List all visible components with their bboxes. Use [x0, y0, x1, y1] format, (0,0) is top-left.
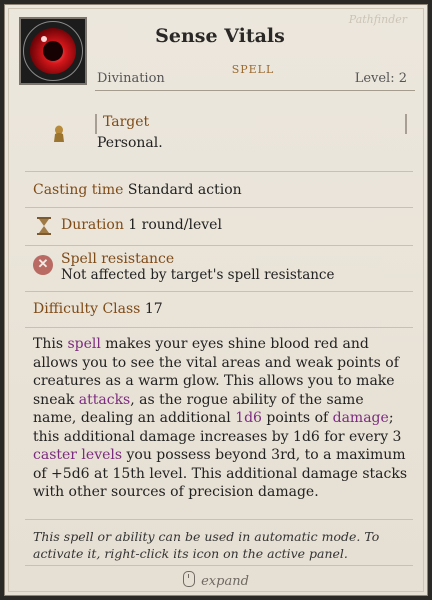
duration-label: Duration — [61, 217, 124, 233]
expand-label: expand — [201, 574, 249, 589]
spell-resistance-value: Not affected by target's spell resistanc… — [61, 267, 335, 283]
tooltip-header: Pathfinder Sense Vitals SPELL Divination… — [5, 5, 427, 95]
keyword-link[interactable]: attacks — [79, 392, 130, 408]
header-divider — [95, 90, 415, 91]
keyword-link[interactable]: 1d6 — [235, 410, 262, 426]
expand-button[interactable]: expand — [5, 571, 427, 589]
spell-type-label: SPELL — [231, 63, 275, 76]
casting-time-label: Casting time — [33, 182, 124, 198]
casting-time-row: Casting time Standard action — [33, 182, 242, 198]
spell-title: Sense Vitals — [155, 25, 285, 47]
spell-resistance-label: Spell resistance — [61, 251, 175, 267]
keyword-link[interactable]: damage — [333, 410, 389, 426]
target-value: Personal. — [97, 135, 163, 151]
keyword-link[interactable]: caster levels — [33, 447, 122, 463]
divider — [25, 245, 413, 246]
divider — [25, 327, 413, 328]
auto-mode-note: This spell or ability can be used in aut… — [33, 529, 380, 561]
spell-resistance-row: Spell resistance Not affected by target'… — [61, 251, 335, 283]
target-personal-icon — [54, 125, 64, 142]
duration-value: 1 round/level — [128, 217, 222, 233]
spell-tooltip-card: Pathfinder Sense Vitals SPELL Divination… — [4, 4, 428, 596]
divider — [25, 171, 413, 172]
duration-row: Duration 1 round/level — [61, 217, 222, 233]
sense-vitals-spell-icon — [19, 17, 87, 85]
hourglass-icon — [37, 217, 51, 235]
target-label: Target — [103, 114, 150, 130]
keyword-link[interactable]: spell — [67, 336, 100, 352]
spell-school: Divination — [97, 71, 165, 86]
divider — [25, 291, 413, 292]
target-label-frame: Target — [95, 114, 407, 134]
spell-level: Level: 2 — [354, 71, 407, 86]
difficulty-class-value: 17 — [144, 301, 163, 317]
difficulty-class-row: Difficulty Class 17 — [33, 301, 163, 317]
casting-time-value: Standard action — [127, 182, 242, 198]
spell-description: This spell makes your eyes shine blood r… — [33, 336, 408, 500]
signature-watermark: Pathfinder — [348, 13, 407, 26]
difficulty-class-label: Difficulty Class — [33, 301, 141, 317]
divider — [25, 519, 413, 520]
spell-resistance-x-icon: ✕ — [33, 255, 53, 275]
divider — [25, 207, 413, 208]
mouse-icon — [183, 571, 196, 587]
divider — [25, 565, 413, 566]
